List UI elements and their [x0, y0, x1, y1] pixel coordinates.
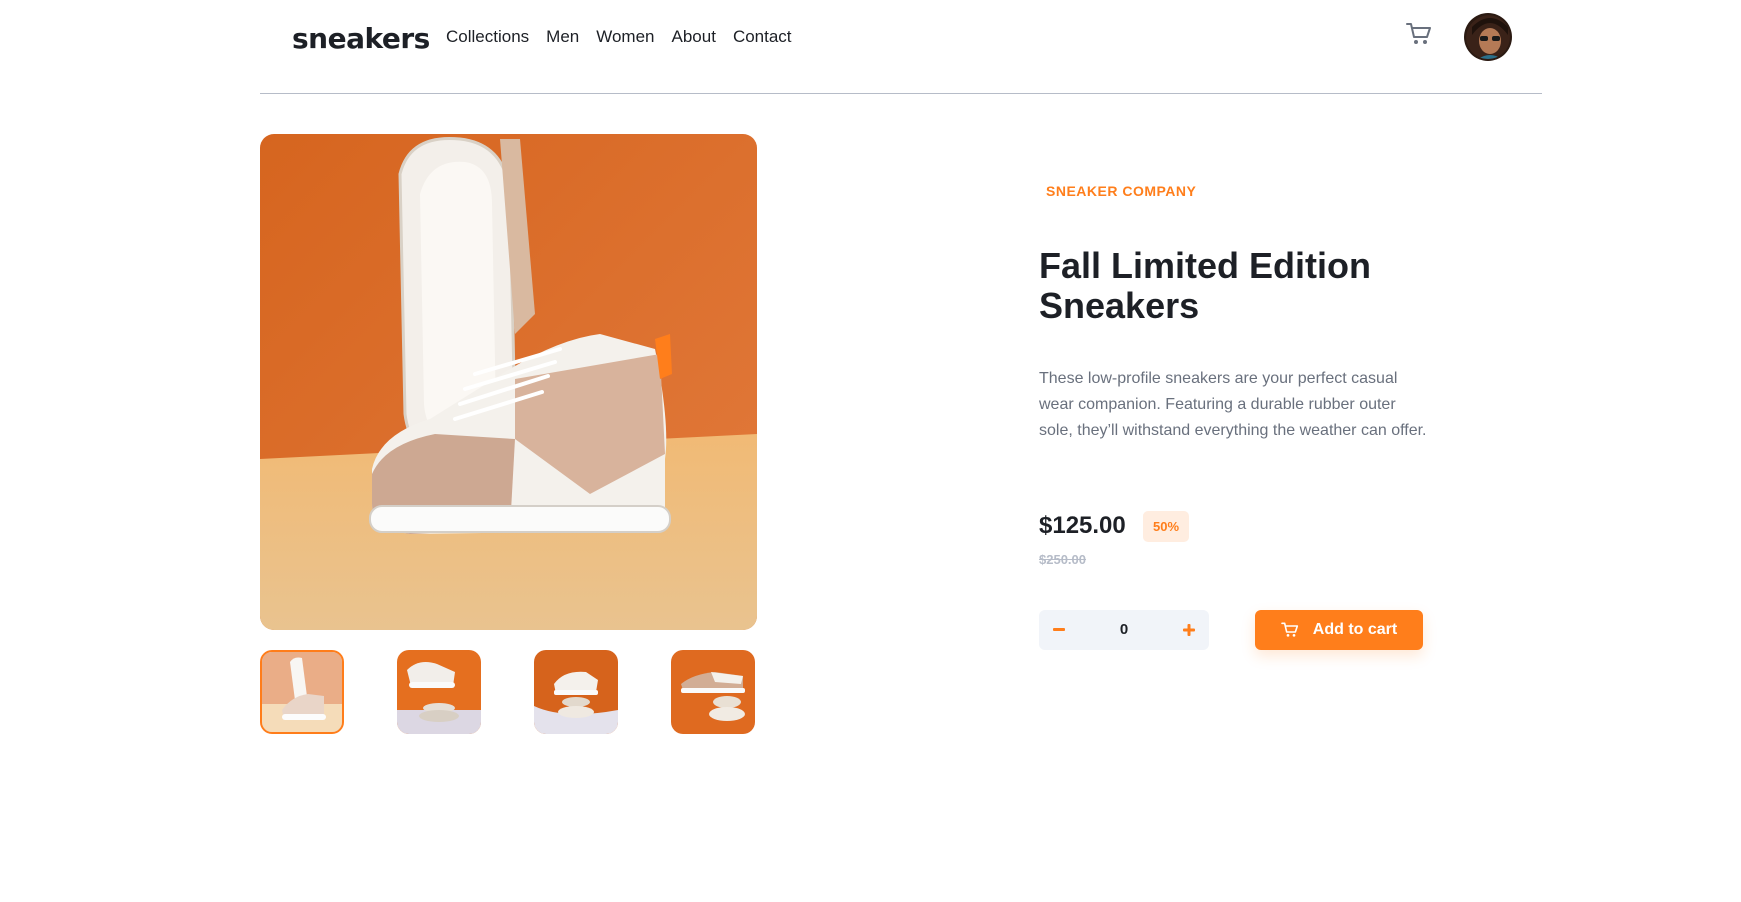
quantity-value: 0 [1119, 621, 1129, 638]
thumbnail-2[interactable] [397, 650, 481, 734]
cart-icon [1280, 622, 1298, 637]
thumbnail-strip [260, 650, 757, 734]
user-avatar[interactable] [1464, 13, 1512, 61]
company-label: SNEAKER COMPANY [1046, 183, 1197, 199]
thumbnail-3[interactable] [534, 650, 618, 734]
cart-button[interactable] [1406, 22, 1432, 46]
nav-link-women[interactable]: Women [596, 27, 654, 47]
current-price: $125.00 [1039, 512, 1126, 539]
logo[interactable]: sneakers [292, 22, 430, 55]
decrease-quantity-button[interactable] [1039, 610, 1079, 650]
increase-quantity-button[interactable] [1169, 610, 1209, 650]
plus-icon [1183, 624, 1195, 636]
nav-link-collections[interactable]: Collections [446, 27, 529, 47]
product-title: Fall Limited Edition Sneakers [1039, 245, 1371, 326]
add-to-cart-button[interactable]: Add to cart [1255, 610, 1423, 650]
header-divider [260, 93, 1542, 94]
minus-icon [1053, 628, 1065, 631]
site-header: sneakers Collections Men Women About Con… [260, 0, 1542, 94]
product-main-image[interactable] [260, 134, 757, 630]
nav-link-contact[interactable]: Contact [733, 27, 792, 47]
discount-badge: 50% [1143, 511, 1189, 542]
main-nav: Collections Men Women About Contact [446, 27, 809, 47]
original-price: $250.00 [1039, 552, 1086, 567]
nav-link-men[interactable]: Men [546, 27, 579, 47]
quantity-stepper: 0 [1039, 610, 1209, 650]
thumbnail-4[interactable] [671, 650, 755, 734]
nav-link-about[interactable]: About [672, 27, 716, 47]
product-description: These low-profile sneakers are your perf… [1039, 370, 1427, 439]
cart-icon [1406, 23, 1431, 44]
thumbnail-1[interactable] [260, 650, 344, 734]
add-to-cart-label: Add to cart [1312, 621, 1398, 638]
